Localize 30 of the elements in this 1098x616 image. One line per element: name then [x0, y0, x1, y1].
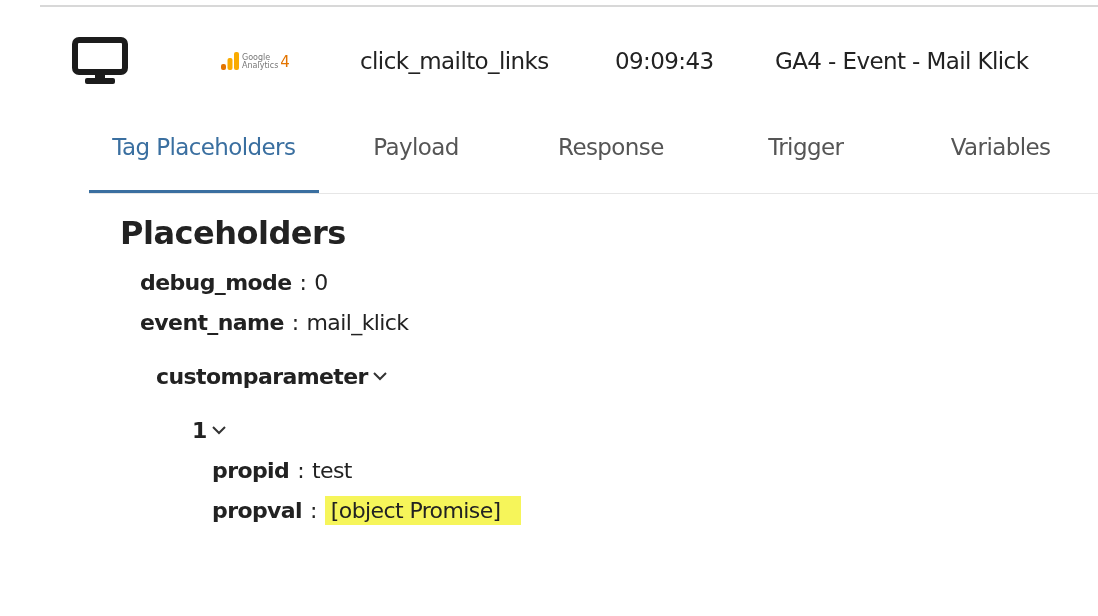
field-value: mail_klick [306, 308, 409, 337]
colon: : [299, 269, 307, 295]
colon: : [297, 457, 304, 483]
logo-text: Google [242, 54, 271, 62]
field-key: propid [212, 457, 290, 483]
colon: : [310, 497, 317, 523]
tag-name: GA4 - Event - Mail Klick [775, 48, 1029, 74]
field-value: [object Promise] [324, 495, 521, 525]
tab[interactable]: Payload [318, 117, 514, 193]
tab[interactable]: Tag Placeholders [89, 117, 319, 193]
field-value: test [311, 456, 352, 485]
event-time: 09:09:43 [615, 48, 715, 74]
bars-icon [220, 52, 240, 70]
event-name: click_mailto_links [360, 48, 550, 74]
logo-version: 4 [280, 54, 290, 70]
field-key: propval [212, 497, 302, 523]
colon: : [291, 309, 299, 335]
field-value: 0 [314, 268, 328, 297]
group-toggle[interactable]: customparameter [156, 356, 388, 396]
logo-text: Analytics [242, 62, 279, 70]
group-toggle[interactable]: 1 [192, 410, 227, 450]
monitor-icon [72, 37, 128, 85]
field-key: debug_mode [140, 269, 292, 295]
tab[interactable]: Trigger [708, 117, 904, 193]
tab[interactable]: Variables [903, 117, 1098, 193]
field-key: event_name [140, 309, 284, 335]
section-title: Placeholders [120, 214, 347, 252]
chevron-icon [210, 425, 227, 435]
tab[interactable]: Response [513, 117, 709, 193]
chevron-icon [371, 371, 388, 381]
